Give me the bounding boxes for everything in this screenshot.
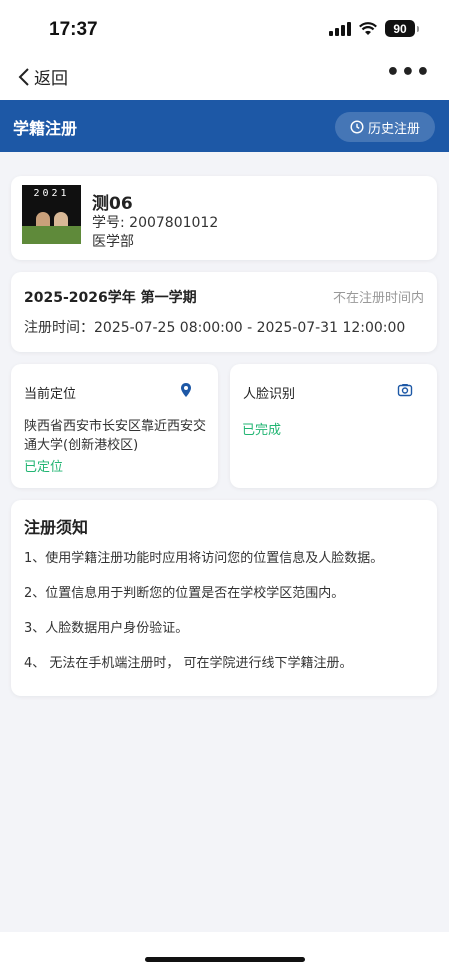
notice-item: 4、 无法在手机端注册时， 可在学院进行线下学籍注册。: [24, 656, 353, 671]
notice-title: 注册须知: [24, 518, 89, 537]
status-time: 17:37: [49, 19, 98, 40]
notice-item: 3、人脸数据用户身份验证。: [24, 621, 189, 636]
face-recognition-card[interactable]: 人脸识别 已完成: [230, 364, 437, 488]
profile-card: 2021 测06 学号: 2007801012 医学部: [11, 176, 437, 260]
clock-icon: [350, 120, 364, 134]
term-card: 2025-2026学年 第一学期 不在注册时间内 注册时间：2025-07-25…: [11, 272, 437, 352]
term-status: 不在注册时间内: [332, 291, 424, 306]
avatar: 2021: [22, 185, 81, 244]
back-button[interactable]: 返回: [18, 64, 68, 89]
student-name: 测06: [92, 194, 133, 214]
page-header: 学籍注册 历史注册: [0, 100, 449, 152]
more-options-button[interactable]: •••: [386, 60, 431, 85]
notice-card: 注册须知 1、使用学籍注册功能时应用将访问您的位置信息及人脸数据。 2、位置信息…: [11, 500, 437, 696]
location-card[interactable]: 当前定位 陕西省西安市长安区靠近西安交通大学(创新港校区) 已定位: [11, 364, 218, 488]
page-title: 学籍注册: [13, 119, 78, 138]
location-title: 当前定位: [24, 387, 77, 402]
student-id: 学号: 2007801012: [92, 215, 219, 231]
back-label: 返回: [34, 69, 68, 89]
history-registration-button[interactable]: 历史注册: [335, 112, 435, 142]
battery-icon: 90: [385, 20, 415, 37]
registration-time: 注册时间：2025-07-25 08:00:00 - 2025-07-31 12…: [24, 320, 406, 336]
avatar-text: 2021: [33, 188, 70, 199]
camera-icon: [397, 384, 413, 397]
avatar-ground: [22, 226, 81, 244]
wifi-icon: [359, 21, 377, 35]
notice-list: 1、使用学籍注册功能时应用将访问您的位置信息及人脸数据。 2、位置信息用于判断您…: [24, 549, 429, 689]
location-pin-icon: [181, 383, 191, 397]
location-address: 陕西省西安市长安区靠近西安交通大学(创新港校区): [24, 419, 207, 453]
status-bar: 17:37 90: [0, 0, 449, 56]
department: 医学部: [92, 234, 134, 250]
battery-tip: [417, 25, 419, 32]
bottom-safe-area: [0, 932, 449, 970]
notice-item: 2、位置信息用于判断您的位置是否在学校学区范围内。: [24, 586, 345, 601]
notice-item: 1、使用学籍注册功能时应用将访问您的位置信息及人脸数据。: [24, 551, 384, 566]
face-status: 已完成: [242, 423, 282, 438]
face-title: 人脸识别: [243, 387, 296, 402]
chevron-left-icon: [18, 67, 29, 86]
nav-bar: 返回 •••: [0, 56, 449, 100]
signal-icon: [329, 21, 351, 36]
home-indicator[interactable]: [145, 957, 305, 962]
term-name: 2025-2026学年 第一学期: [24, 290, 197, 306]
status-icons: 90: [329, 20, 419, 37]
location-status: 已定位: [24, 460, 64, 475]
history-label: 历史注册: [367, 121, 420, 137]
